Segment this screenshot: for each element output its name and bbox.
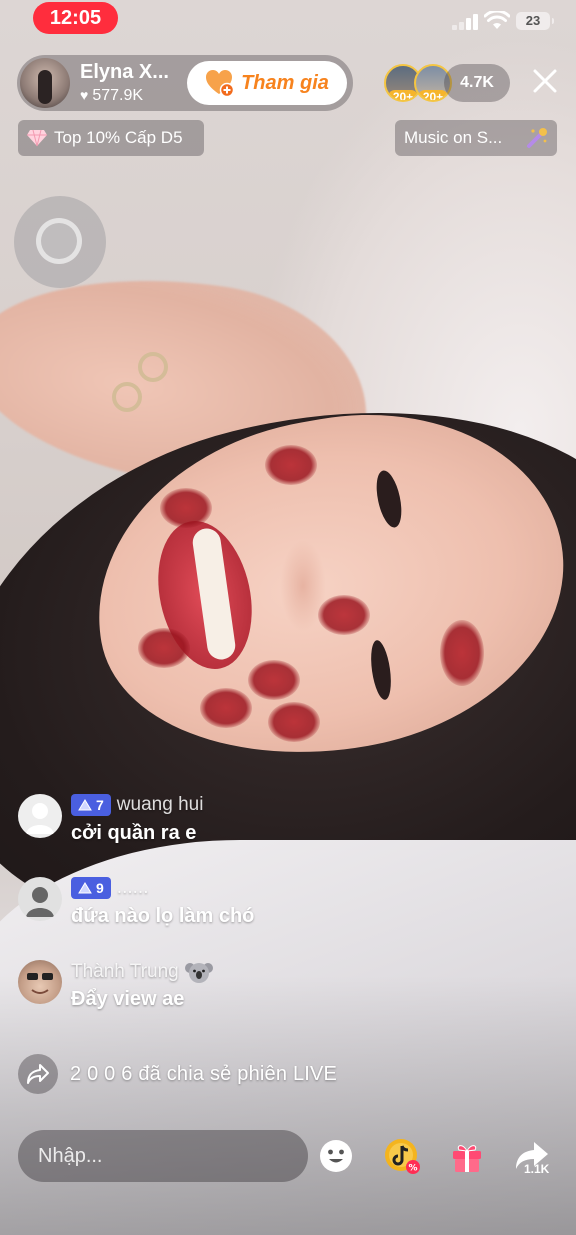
kiss-sticker xyxy=(138,628,190,668)
heart-icon: ♥ xyxy=(80,87,89,103)
koala-emoji-icon xyxy=(184,963,213,983)
kiss-sticker xyxy=(265,445,317,485)
signal-icon xyxy=(452,14,478,30)
status-time: 12:05 xyxy=(33,2,118,34)
video-ring xyxy=(112,382,142,412)
video-shadow xyxy=(0,975,576,1235)
comment-username[interactable]: wuang hui xyxy=(117,794,204,816)
comment-avatar[interactable] xyxy=(18,794,62,838)
share-notification-text: 2 0 0 6 đã chia sẻ phiên LIVE xyxy=(70,1062,338,1085)
wifi-icon xyxy=(484,11,510,29)
battery-indicator: 23 xyxy=(516,12,554,30)
gift-button[interactable] xyxy=(443,1132,491,1180)
video-ring xyxy=(138,352,168,382)
comment-avatar[interactable] xyxy=(18,960,62,1004)
floating-camera-toggle[interactable] xyxy=(14,196,106,288)
level-number: 9 xyxy=(96,880,104,896)
comment-username[interactable]: ...... xyxy=(117,877,149,899)
level-badge: 7 xyxy=(71,794,111,816)
kiss-sticker xyxy=(440,620,484,686)
triangle-level-icon xyxy=(78,799,92,811)
share-count: 1.1K xyxy=(524,1162,550,1176)
status-bar: 12:05 23 xyxy=(0,0,576,40)
share-notification: 2 0 0 6 đã chia sẻ phiên LIVE xyxy=(18,1054,337,1094)
kiss-sticker xyxy=(200,688,252,728)
host-info[interactable]: Elyna X... ♥ 577.9K Tham gia xyxy=(17,55,353,111)
close-icon[interactable] xyxy=(530,66,560,96)
default-avatar-icon xyxy=(26,887,54,917)
level-badge: 9 xyxy=(71,877,111,899)
promo-coin-button[interactable]: % xyxy=(378,1132,426,1180)
emoji-button[interactable] xyxy=(312,1132,360,1180)
host-likes: ♥ 577.9K xyxy=(80,87,143,105)
level-number: 7 xyxy=(96,797,104,813)
smiley-icon xyxy=(320,1140,352,1172)
music-pill[interactable]: Music on S... xyxy=(395,120,557,156)
comment-avatar[interactable] xyxy=(18,877,62,921)
comment-header: 7 wuang hui xyxy=(71,794,203,816)
comment-header: 9 ...... xyxy=(71,877,148,899)
kiss-sticker xyxy=(268,702,320,742)
rank-label: Top 10% Cấp D5 xyxy=(54,128,183,147)
kiss-sticker xyxy=(160,488,212,528)
comment-username[interactable]: Thành Trung xyxy=(71,961,179,983)
viewer-count[interactable]: 4.7K xyxy=(444,64,510,102)
kiss-sticker xyxy=(318,595,370,635)
host-likes-count: 577.9K xyxy=(92,87,144,104)
host-avatar[interactable] xyxy=(20,58,70,108)
default-avatar-icon xyxy=(26,803,54,834)
rank-badge[interactable]: Top 10% Cấp D5 xyxy=(18,120,204,156)
join-label: Tham gia xyxy=(241,71,329,94)
comment-input[interactable]: Nhập... xyxy=(18,1130,308,1182)
user-photo-avatar xyxy=(27,973,53,994)
live-video-feed[interactable] xyxy=(0,0,576,1235)
gift-icon xyxy=(453,1145,481,1172)
diamond-icon xyxy=(27,129,47,147)
comment-text: cởi quần ra e xyxy=(71,822,197,844)
comment-header: Thành Trung xyxy=(71,960,213,984)
heart-plus-icon xyxy=(206,70,235,97)
host-name[interactable]: Elyna X... xyxy=(80,61,169,84)
comment-text: đứa nào lọ làm chó xyxy=(71,905,255,927)
tiktok-coin-icon: % xyxy=(385,1139,420,1174)
kiss-sticker xyxy=(248,660,300,700)
music-label: Music on S... xyxy=(404,128,503,147)
triangle-level-icon xyxy=(78,882,92,894)
share-notification-icon-wrap xyxy=(18,1054,58,1094)
music-wand-icon xyxy=(527,128,547,148)
share-arrow-icon xyxy=(27,1064,49,1084)
comment-text: Đẩy view ae xyxy=(71,988,185,1010)
join-button[interactable]: Tham gia xyxy=(187,61,347,105)
svg-text:%: % xyxy=(408,1164,417,1174)
